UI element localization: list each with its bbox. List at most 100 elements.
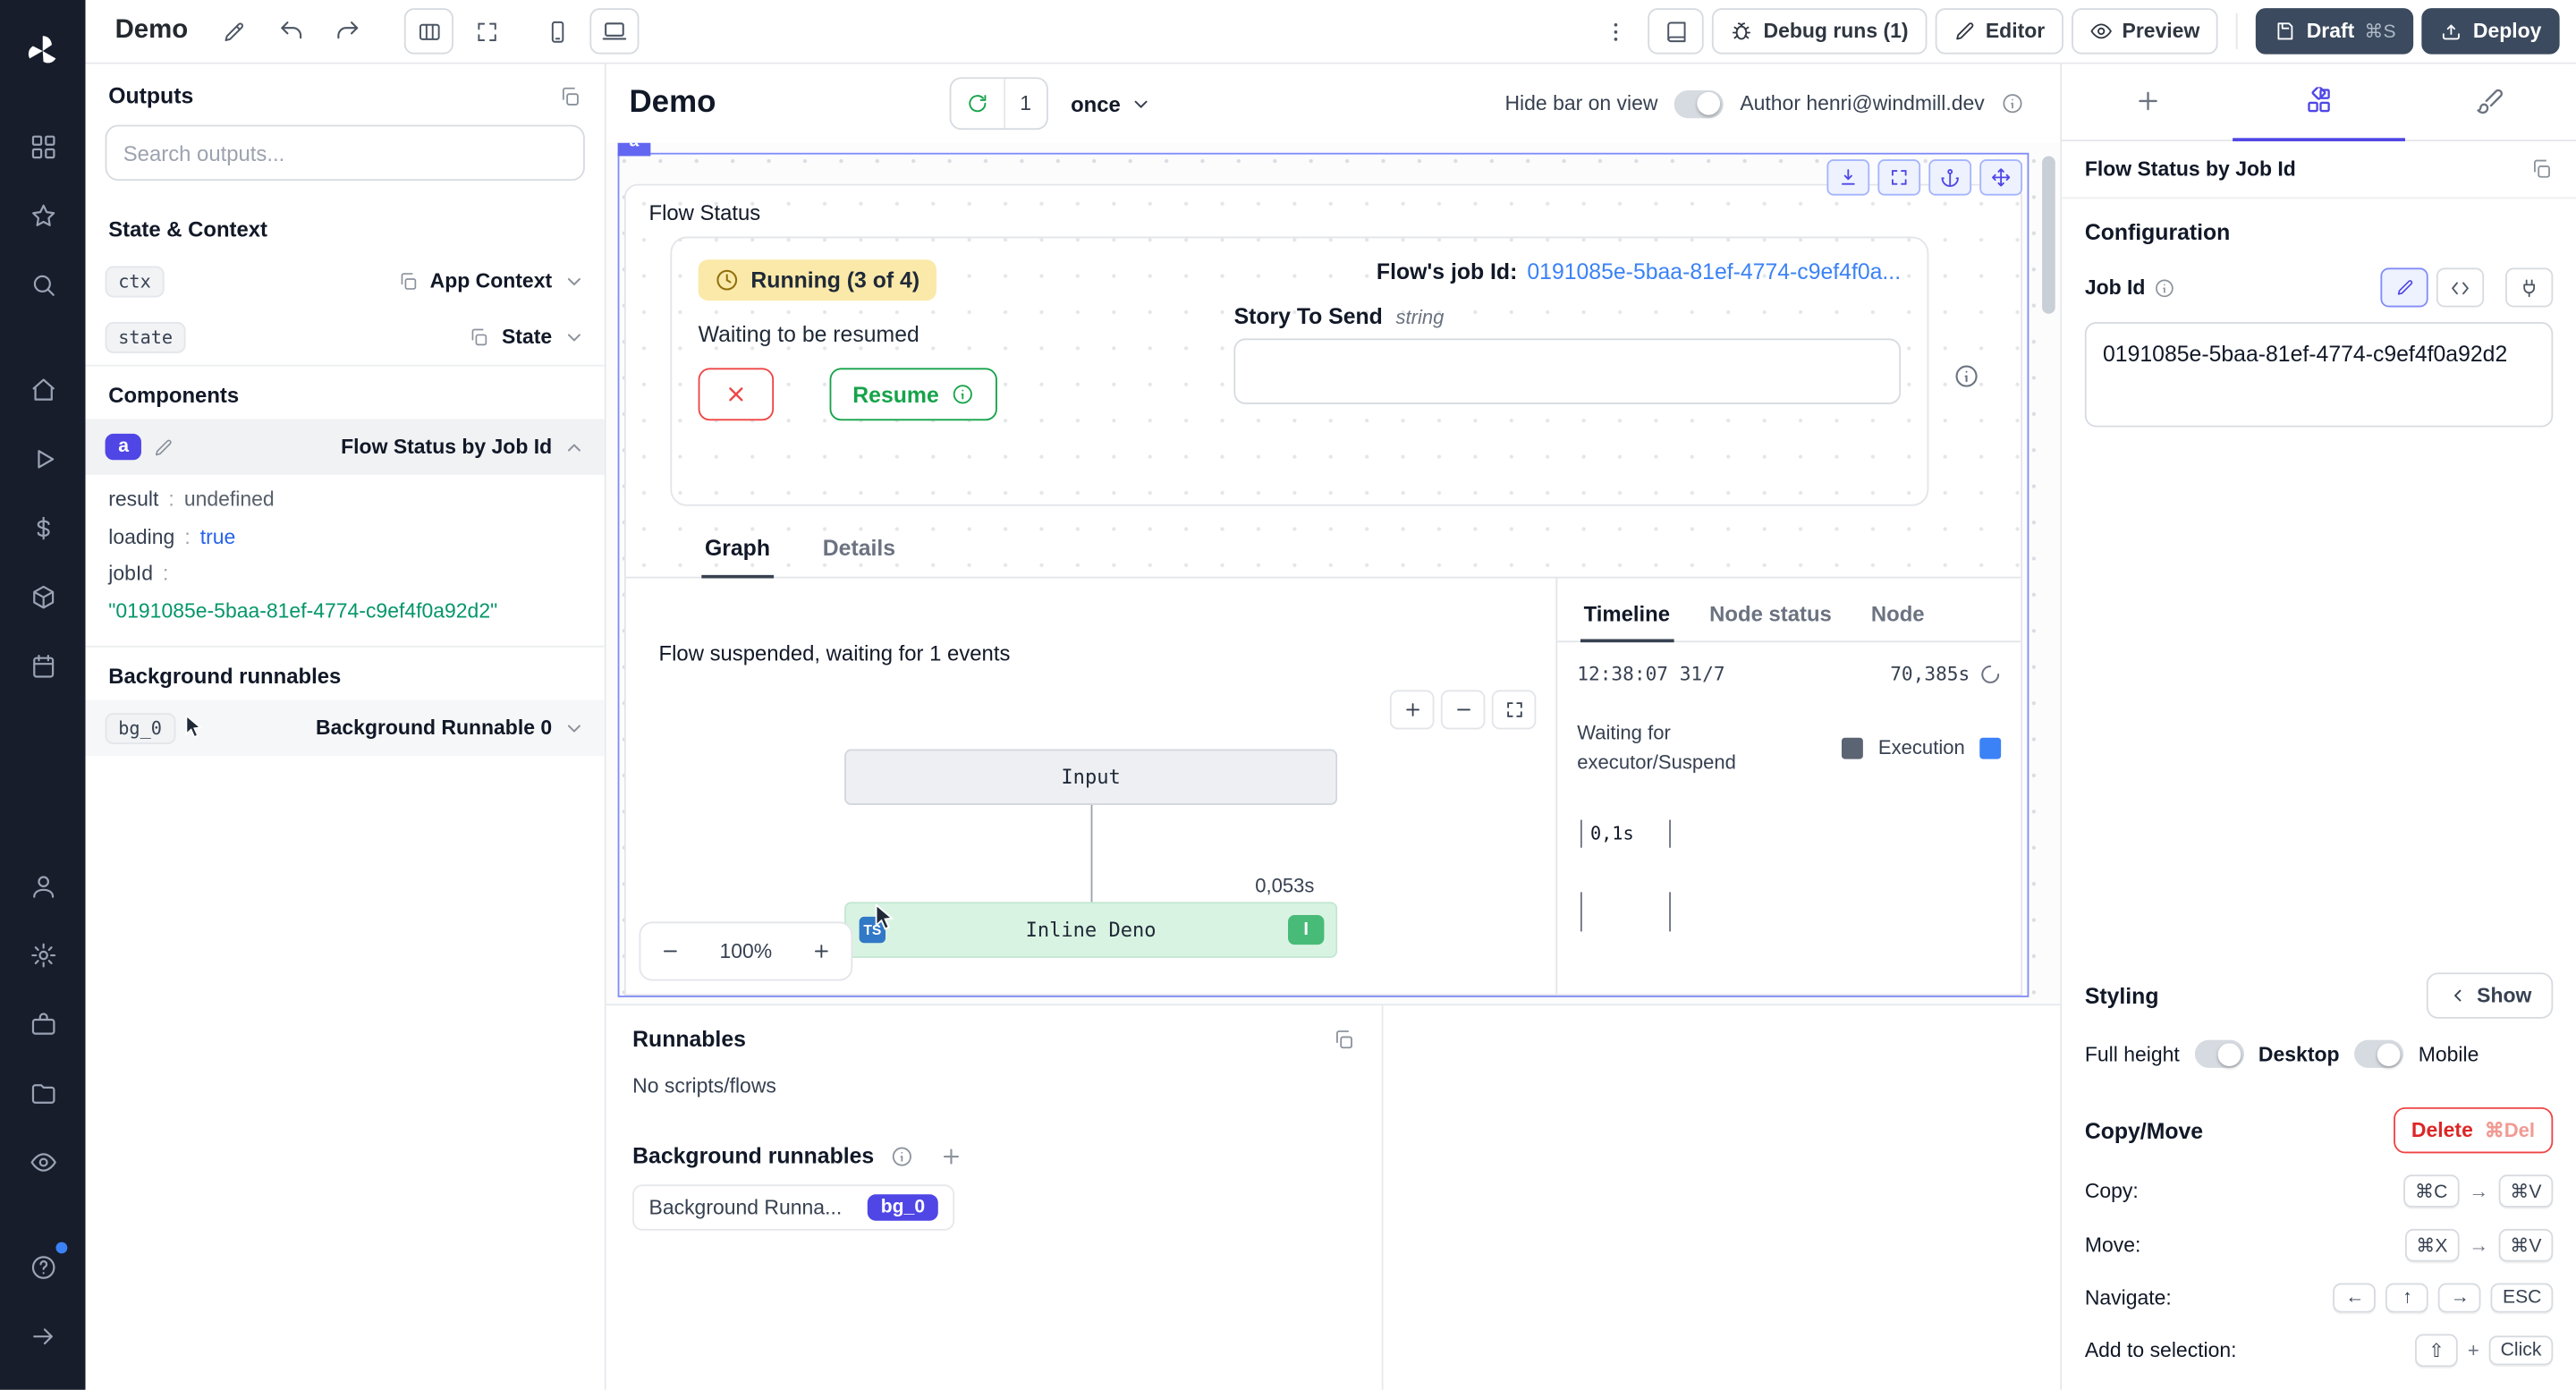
connect-plug-icon[interactable]	[2505, 267, 2553, 307]
undo-icon[interactable]	[267, 8, 316, 54]
docs-book-icon[interactable]	[1648, 8, 1704, 54]
editor-button[interactable]: Editor	[1935, 8, 2063, 54]
schedule-select[interactable]: once	[1071, 91, 1152, 116]
workers-briefcase-icon[interactable]	[15, 999, 71, 1048]
anchor-icon[interactable]	[1928, 159, 1971, 195]
fullscreen-component-icon[interactable]	[1877, 159, 1920, 195]
waiting-text: Waiting to be resumed	[699, 322, 919, 347]
copy-runnables-icon[interactable]	[1333, 1028, 1356, 1051]
app-canvas[interactable]: a Flow Status	[606, 143, 2061, 1004]
graph-zoom-in-icon[interactable]	[1390, 690, 1435, 729]
tab-node-status[interactable]: Node status	[1706, 589, 1835, 643]
copy-outputs-icon[interactable]	[558, 85, 581, 108]
bg-runnable-row[interactable]: bg_0 Background Runnable 0	[86, 699, 605, 755]
add-bg-runnable-icon[interactable]	[940, 1144, 963, 1167]
component-handle[interactable]: a	[618, 143, 650, 156]
chevron-down-icon[interactable]	[564, 326, 585, 348]
desktop-label: Desktop	[2258, 1042, 2340, 1065]
styling-heading: Styling	[2085, 983, 2159, 1008]
deploy-button[interactable]: Deploy	[2422, 8, 2560, 54]
runnables-panel: Runnables No scripts/flows Background ru…	[606, 1004, 2061, 1390]
search-outputs-input[interactable]	[106, 125, 585, 181]
bg-runnable-item[interactable]: Background Runna... bg_0	[632, 1184, 954, 1230]
canvas-scrollbar[interactable]	[2042, 156, 2055, 990]
draft-button[interactable]: Draft ⌘S	[2256, 8, 2414, 54]
hide-bar-toggle[interactable]	[1674, 89, 1724, 117]
chevron-up-icon[interactable]	[564, 436, 585, 458]
folders-icon[interactable]	[15, 1068, 71, 1117]
fullscreen-icon[interactable]	[462, 8, 512, 54]
panel-layout-icon[interactable]	[405, 8, 454, 54]
selected-component-outline[interactable]: a Flow Status	[618, 153, 2029, 997]
desktop-view-icon[interactable]	[590, 8, 640, 54]
info-icon[interactable]	[2001, 92, 2024, 115]
graph-node-inline-deno[interactable]: TS Inline Deno I	[844, 902, 1337, 957]
edit-pencil-icon[interactable]	[154, 436, 175, 458]
story-to-send-input[interactable]	[1234, 338, 1902, 403]
rename-pencil-icon[interactable]	[209, 8, 258, 54]
windmill-logo-icon[interactable]	[15, 26, 71, 75]
graph-node-input[interactable]: Input	[844, 750, 1337, 805]
styling-tab[interactable]	[2404, 64, 2576, 141]
graph-zoom-out-icon[interactable]	[1441, 690, 1486, 729]
dashboard-grid-icon[interactable]	[15, 122, 71, 171]
resume-button[interactable]: Resume	[830, 368, 996, 420]
cancel-flow-button[interactable]	[699, 368, 774, 420]
tab-graph[interactable]: Graph	[701, 522, 773, 578]
settings-gear-icon[interactable]	[15, 930, 71, 979]
resources-box-icon[interactable]	[15, 572, 71, 621]
favorites-star-icon[interactable]	[15, 191, 71, 240]
audit-eye-icon[interactable]	[15, 1137, 71, 1186]
insert-component-tab[interactable]	[2062, 64, 2233, 141]
tab-timeline[interactable]: Timeline	[1580, 589, 1674, 643]
graph-fit-icon[interactable]	[1492, 690, 1537, 729]
preview-button[interactable]: Preview	[2072, 8, 2218, 54]
ctx-row[interactable]: ctx App Context	[86, 253, 605, 309]
left-rail	[0, 0, 86, 1390]
runs-play-icon[interactable]	[15, 434, 71, 483]
component-settings-tab[interactable]	[2233, 64, 2405, 141]
zoom-level: 100%	[699, 923, 792, 979]
background-runnables-heading: Background runnables	[86, 646, 605, 700]
info-icon[interactable]	[2154, 276, 2175, 298]
chevron-down-icon[interactable]	[564, 717, 585, 739]
delete-component-button[interactable]: Delete ⌘Del	[2394, 1107, 2554, 1153]
mobile-view-icon[interactable]	[533, 8, 582, 54]
tab-node[interactable]: Node	[1868, 589, 1928, 643]
more-kebab-icon[interactable]	[1591, 8, 1640, 54]
scrollbar-thumb[interactable]	[2042, 156, 2055, 313]
redo-icon[interactable]	[325, 8, 374, 54]
copy-settings-icon[interactable]	[2530, 157, 2554, 181]
static-value-pencil-icon[interactable]	[2380, 267, 2428, 307]
info-icon[interactable]	[891, 1144, 914, 1167]
state-row[interactable]: state State	[86, 309, 605, 364]
help-icon[interactable]	[15, 1242, 71, 1292]
refresh-icon[interactable]	[951, 79, 1004, 128]
full-height-toggle[interactable]	[2194, 1040, 2243, 1068]
move-component-icon[interactable]	[1979, 159, 2022, 195]
tab-details[interactable]: Details	[819, 522, 899, 578]
desktop-toggle[interactable]	[2354, 1040, 2403, 1068]
x-icon	[724, 383, 748, 406]
component-a-row[interactable]: a Flow Status by Job Id	[86, 419, 605, 474]
show-styling-button[interactable]: Show	[2426, 972, 2553, 1018]
search-icon[interactable]	[15, 259, 71, 309]
variables-dollar-icon[interactable]	[15, 503, 71, 552]
job-id-input[interactable]: 0191085e-5baa-81ef-4774-c9ef4f0a92d2	[2085, 322, 2553, 428]
info-icon[interactable]	[1953, 363, 1979, 389]
expression-code-icon[interactable]	[2436, 267, 2484, 307]
zoom-out-icon[interactable]	[640, 923, 699, 979]
flow-graph[interactable]: Flow suspended, waiting for 1 events Inp…	[626, 579, 1557, 995]
flow-status-component[interactable]: Flow Status Running (3 of 4) Waiting to …	[624, 184, 2022, 996]
user-icon[interactable]	[15, 860, 71, 910]
home-icon[interactable]	[15, 365, 71, 414]
expand-down-icon[interactable]	[1826, 159, 1869, 195]
author-label: Author henri@windmill.dev	[1740, 92, 1984, 115]
zoom-in-icon[interactable]	[792, 923, 851, 979]
debug-runs-button[interactable]: Debug runs (1)	[1713, 8, 1927, 54]
collapse-sidebar-icon[interactable]	[15, 1311, 71, 1360]
chevron-down-icon[interactable]	[564, 270, 585, 292]
job-id-link[interactable]: 0191085e-5baa-81ef-4774-c9ef4f0a...	[1527, 259, 1901, 284]
schedules-calendar-icon[interactable]	[15, 640, 71, 690]
refresh-group[interactable]: 1	[949, 77, 1047, 130]
